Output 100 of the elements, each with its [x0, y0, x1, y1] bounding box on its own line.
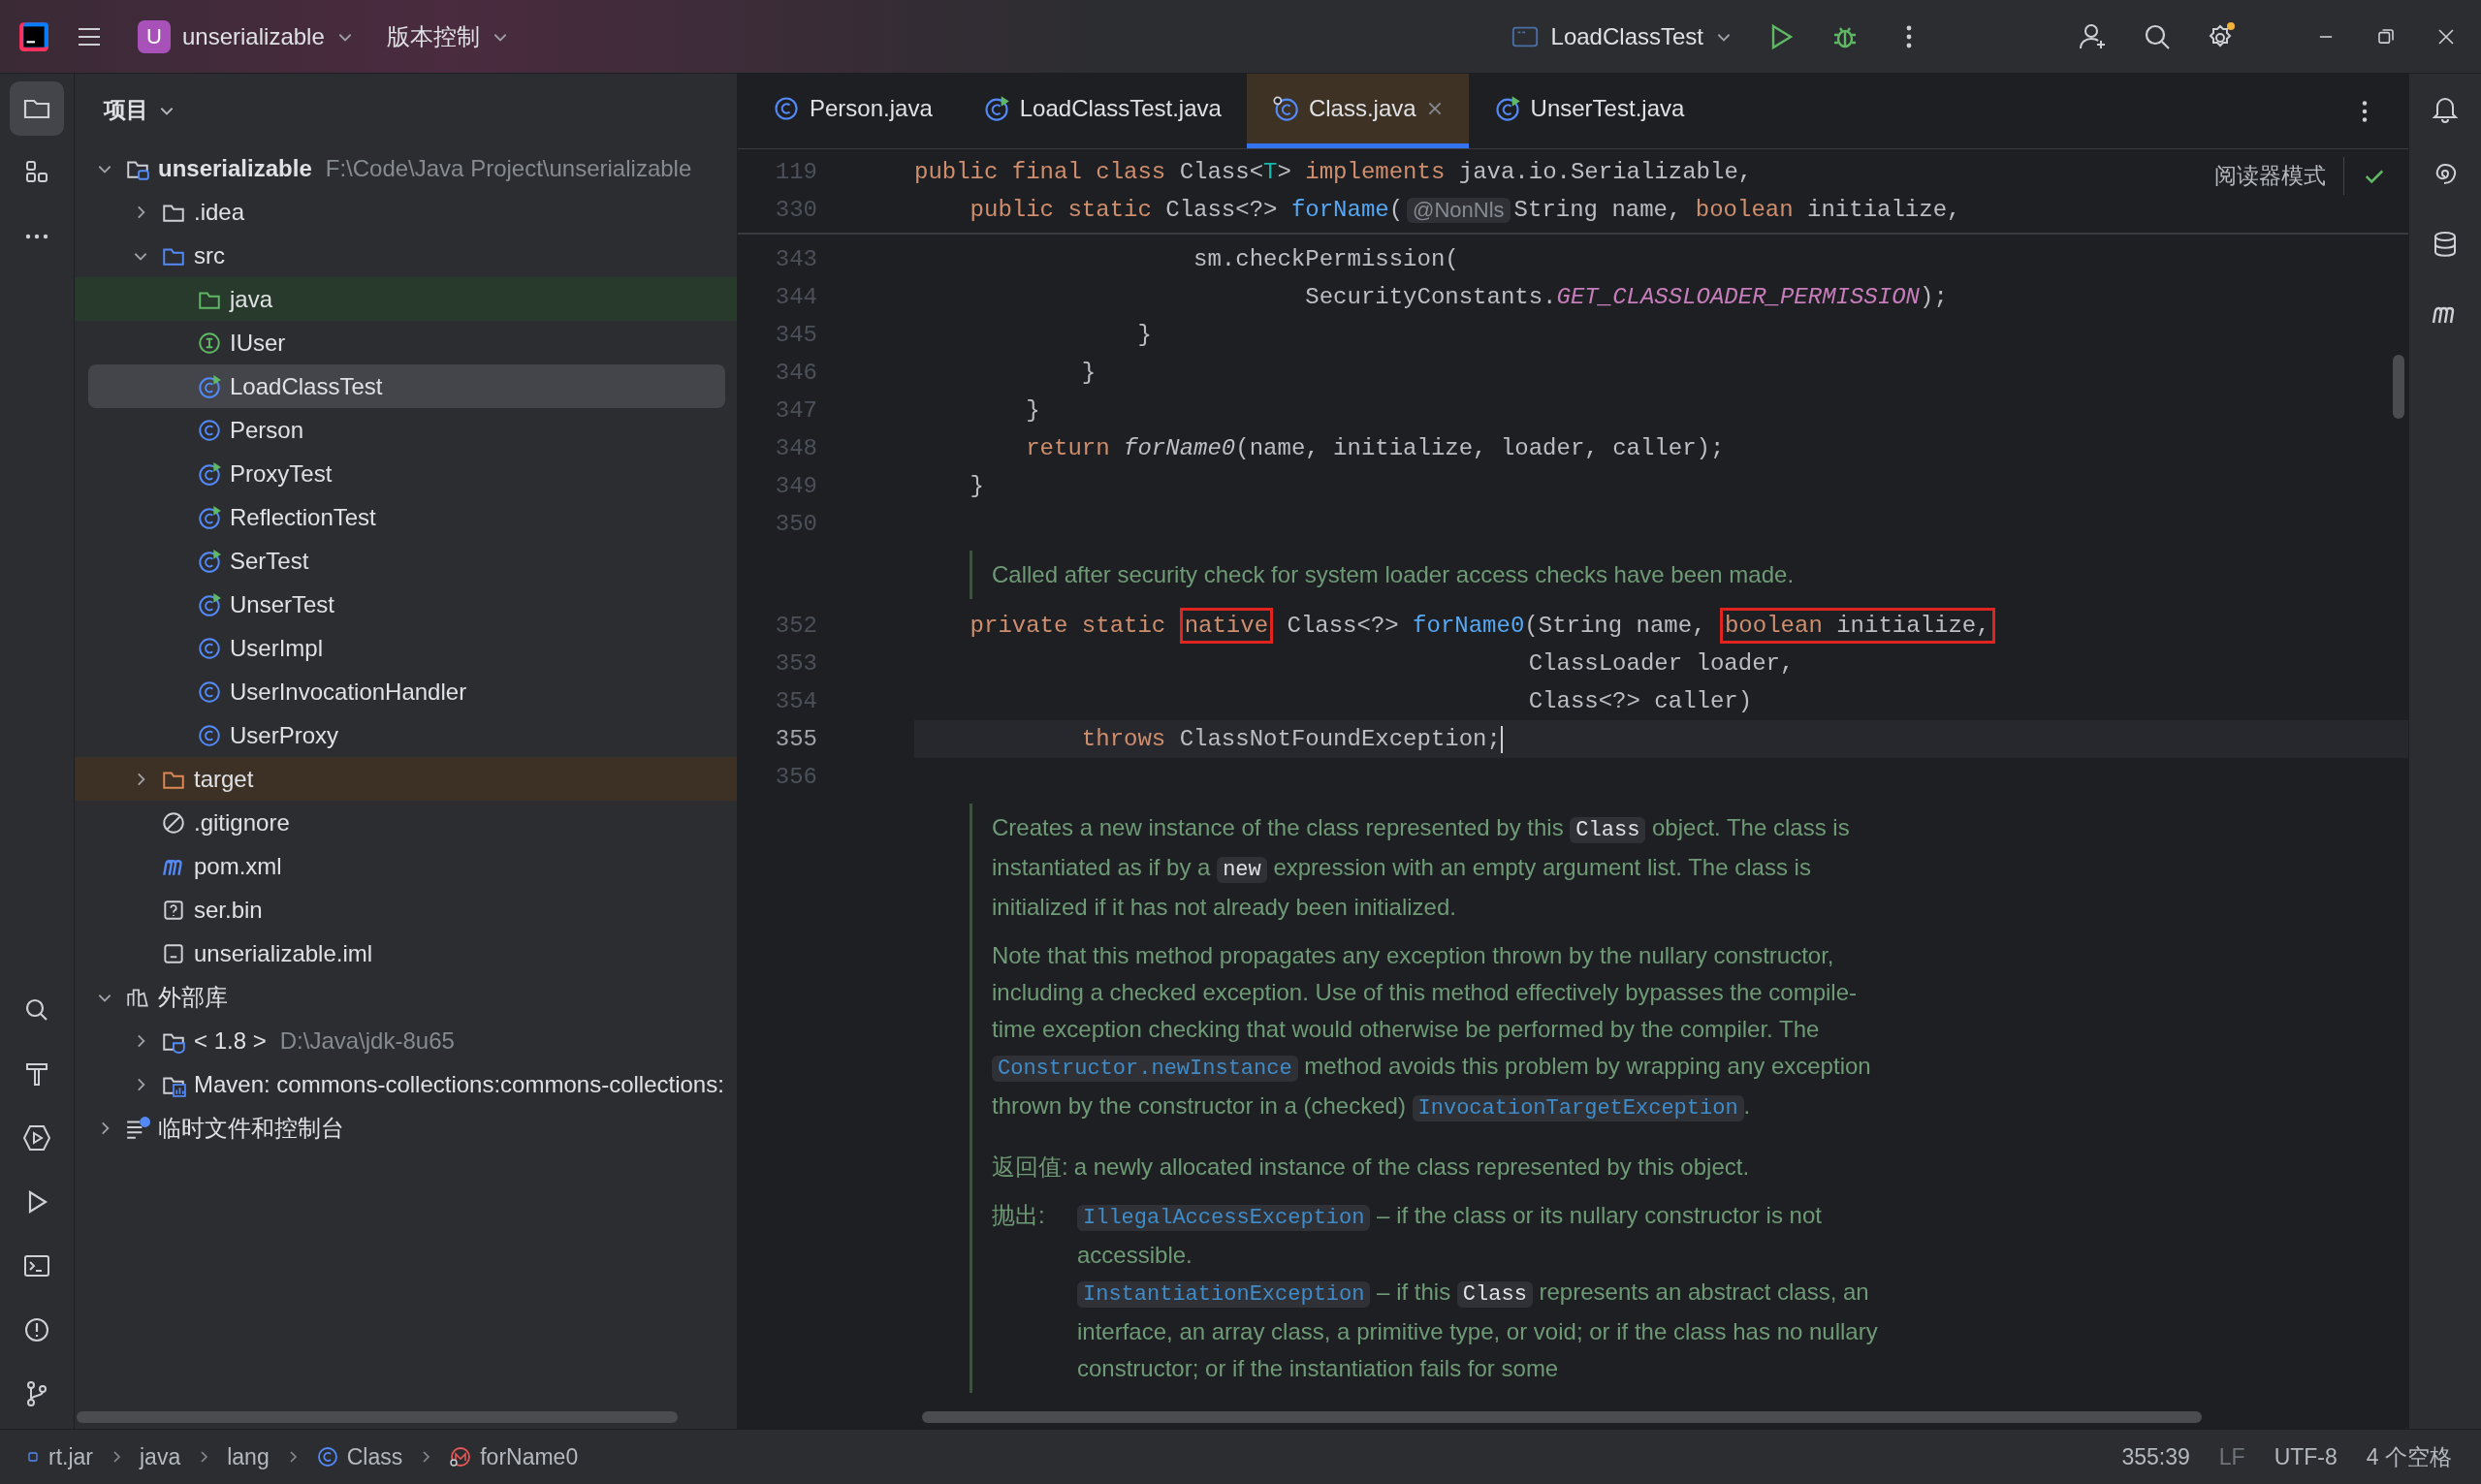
- breadcrumb-item[interactable]: rt.jar: [19, 1441, 99, 1472]
- jar-icon: [25, 1449, 41, 1465]
- tree-row[interactable]: ProxyTest: [75, 452, 737, 495]
- class-icon: [197, 417, 222, 443]
- vcs-menu[interactable]: 版本控制: [376, 13, 519, 60]
- code-line: Class<?> caller): [1527, 687, 1753, 716]
- runnable-class-icon: [197, 504, 222, 530]
- project-switcher[interactable]: U unserializable: [128, 12, 364, 61]
- scrollbar[interactable]: [2393, 355, 2404, 419]
- code-link[interactable]: Constructor.newInstance: [992, 1056, 1298, 1082]
- class-icon: [197, 722, 222, 748]
- editor-tab[interactable]: Class.java: [1246, 74, 1469, 148]
- breadcrumb-item[interactable]: lang: [221, 1441, 275, 1472]
- breadcrumb-item[interactable]: Class: [309, 1441, 409, 1472]
- project-view-selector[interactable]: 项目: [96, 91, 183, 129]
- breadcrumb-item[interactable]: forName0: [443, 1441, 585, 1472]
- code-line: public static Class<?> forName( @NonNls String name, boolean initialize,: [969, 196, 1961, 225]
- tree-item-label: UserProxy: [230, 721, 339, 749]
- tree-row[interactable]: UserImpl: [75, 626, 737, 670]
- scrollbar[interactable]: [77, 1411, 678, 1423]
- runnable-class-icon: [1493, 95, 1521, 122]
- tree-row[interactable]: .idea: [75, 190, 737, 234]
- code-line: }: [1080, 359, 1097, 388]
- tree-item-label: IUser: [230, 329, 286, 357]
- tree-item-label: < 1.8 >: [194, 1026, 267, 1055]
- class-icon: [197, 635, 222, 661]
- doc-label: 返回值:: [992, 1152, 1068, 1182]
- tree-item-label: ProxyTest: [230, 459, 333, 488]
- code-line: SecurityConstants.GET_CLASSLOADER_PERMISSION);: [1304, 283, 1948, 312]
- tree-row[interactable]: 临时文件和控制台: [75, 1106, 737, 1150]
- editor-tab[interactable]: Person.java: [747, 74, 958, 148]
- tree-item-label: src: [194, 241, 225, 269]
- path-hint: D:\Java\jdk-8u65: [279, 1026, 455, 1055]
- tree-item-label: unserializable: [158, 154, 312, 182]
- indent-setting[interactable]: 4 个空格: [2356, 1439, 2462, 1474]
- code-line: sm.checkPermission(: [1193, 245, 1459, 274]
- tree-row[interactable]: target: [75, 757, 737, 801]
- tree-row[interactable]: .gitignore: [75, 801, 737, 844]
- tree-item-label: LoadClassTest: [230, 372, 383, 400]
- tree-row[interactable]: ReflectionTest: [75, 495, 737, 539]
- runnable-class-icon: [982, 95, 1010, 122]
- class-icon: [197, 679, 222, 705]
- code-line: }: [1136, 321, 1152, 350]
- runnable-class-icon: [197, 460, 222, 487]
- tree-item-label: UserImpl: [230, 634, 323, 662]
- doc-paragraph: a newly allocated instance of the class represented by this object.: [1073, 1152, 1750, 1182]
- path-hint: F:\Code\Java Project\unserializable: [325, 154, 692, 182]
- tree-item-label: .gitignore: [194, 808, 290, 837]
- tree-row[interactable]: unserializable.iml: [75, 931, 737, 975]
- tree-row[interactable]: UserInvocationHandler: [75, 670, 737, 713]
- tree-row[interactable]: UserProxy: [75, 713, 737, 757]
- tree-row[interactable]: Person: [75, 408, 737, 452]
- scrollbar[interactable]: [922, 1411, 2202, 1423]
- code-line: public final class Class<T> implements java.io.Serializable,: [914, 158, 1753, 187]
- tree-row[interactable]: src: [75, 234, 737, 277]
- tree-row[interactable]: pom.xml: [75, 844, 737, 888]
- class-icon: [773, 95, 800, 122]
- runnable-class-icon: [197, 373, 222, 399]
- code-line: return forName0(name, initialize, loader, caller);: [1025, 434, 1725, 463]
- code-link[interactable]: InvocationTargetException: [1412, 1095, 1744, 1121]
- breadcrumb-item[interactable]: java: [134, 1441, 187, 1472]
- doc-paragraph: InstantiationException – if this Class represents an abstract class, an interface, an array class, a primitive type, or void; or if the class has no nullary constructor; or if the instantiation fails for some: [1077, 1278, 1879, 1383]
- tree-item-label: java: [230, 285, 273, 313]
- tree-row[interactable]: UnserTest: [75, 583, 737, 626]
- code-link[interactable]: IllegalAccessException: [1077, 1205, 1371, 1231]
- method-icon: [449, 1445, 473, 1468]
- tree-item-label: pom.xml: [194, 852, 282, 880]
- tree-row[interactable]: IUser: [75, 321, 737, 364]
- editor-tab[interactable]: UnserTest.java: [1468, 74, 1710, 148]
- editor-tab[interactable]: LoadClassTest.java: [957, 74, 1247, 148]
- interface-icon: [197, 330, 222, 356]
- runnable-class-icon: [197, 548, 222, 574]
- tree-row[interactable]: 外部库: [75, 975, 737, 1019]
- tree-item-label: Maven: commons-collections:commons-collections:: [194, 1070, 724, 1098]
- reader-mode-button[interactable]: 阅读器模式: [2211, 157, 2344, 195]
- tree-item-label: target: [194, 765, 254, 793]
- tree-row[interactable]: < 1.8 > D:\Java\jdk-8u65: [75, 1019, 737, 1062]
- code-link[interactable]: InstantiationException: [1077, 1281, 1371, 1308]
- tree-row[interactable]: SerTest: [75, 539, 737, 583]
- tree-row[interactable]: Maven: commons-collections:commons-collections:: [75, 1062, 737, 1106]
- tree-item-label: UserInvocationHandler: [230, 678, 467, 706]
- file-encoding[interactable]: UTF-8: [2264, 1441, 2347, 1472]
- class-icon: [1271, 95, 1299, 122]
- code-line: }: [1025, 396, 1040, 426]
- tree-item-label: ReflectionTest: [230, 503, 376, 531]
- doc-paragraph: IllegalAccessException – if the class or its nullary constructor is not accessible.: [1077, 1201, 1823, 1270]
- tree-row[interactable]: java: [75, 277, 737, 321]
- tree-item-label: ser.bin: [194, 896, 263, 924]
- cursor-position[interactable]: 355:39: [2112, 1441, 2200, 1472]
- tree-row[interactable]: ser.bin: [75, 888, 737, 931]
- doc-paragraph: Creates a new instance of the class represented by this Class object. The class is instantiated as if by a new expression with an empty argument list. The class is initialized if it has not already been initialized.: [992, 813, 1851, 922]
- tree-item-label: UnserTest: [230, 590, 335, 618]
- run-config-selector[interactable]: LoadClassTest: [1500, 14, 1742, 59]
- tree-row[interactable]: LoadClassTest: [88, 364, 725, 408]
- tree-row[interactable]: unserializable F:\Code\Java Project\unserializable: [75, 146, 737, 190]
- tree-item-label: 临时文件和控制台: [158, 1113, 344, 1143]
- doc-paragraph: Called after security check for system loader access checks have been made.: [992, 560, 1796, 589]
- folder-icon[interactable]: [10, 81, 64, 136]
- scratches-icon: [125, 1115, 150, 1141]
- app-logo[interactable]: [17, 19, 50, 53]
